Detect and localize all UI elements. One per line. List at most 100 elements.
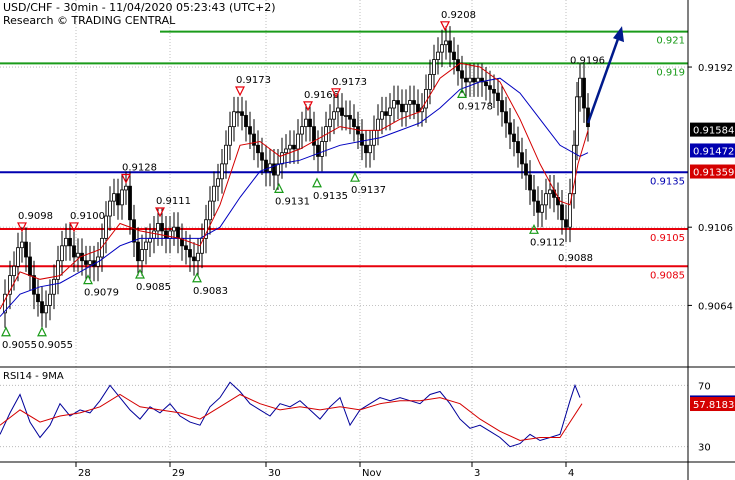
pivot-low-label: 0.9055 [2,340,37,351]
price-candle [548,189,552,195]
price-candle [508,122,512,135]
price-candle [416,103,420,113]
price-candle [320,141,324,157]
price-candle [160,223,164,232]
price-candle [216,178,220,187]
price-candle [348,115,352,120]
price-candle [24,241,28,258]
pivot-low-label: 0.9083 [193,286,228,297]
price-candle [28,256,32,277]
price-candle [532,189,536,202]
price-candle [400,103,404,113]
price-candle [244,115,248,128]
chart-window: 0.921 0.919 0.9135 0.9105 0.9085 0.9055 0.905… [0,0,735,480]
price-candle [88,260,92,265]
price-candle [12,265,16,277]
pivot-high-label: 0.9173 [332,77,367,88]
price-candle [296,133,300,150]
price-candle [344,115,348,117]
price-candle [404,103,408,113]
price-candle [156,223,160,232]
price-candle [300,126,304,135]
price-candle [136,241,140,262]
price-candle [20,241,24,249]
x-tick-label: 4 [568,468,574,479]
price-candle [516,141,520,154]
price-candle [284,148,288,154]
price-candle [44,305,48,314]
price-candle [240,111,244,116]
price-candle [388,107,392,116]
price-candle [84,260,88,265]
price-candle [68,237,72,247]
price-candle [168,230,172,239]
price-candle [224,144,228,165]
price-candle [436,51,440,60]
price-chart-svg: 0.921 0.919 0.9135 0.9105 0.9085 0.9055 0.905… [0,0,735,480]
price-candle [124,185,128,191]
x-tick-label: 29 [172,468,185,479]
price-candle [212,185,216,202]
price-candle [560,204,564,221]
price-candle [292,144,296,150]
price-candle [424,88,428,109]
level-label: 0.9135 [650,176,685,187]
price-candle [120,189,124,206]
price-candle [444,40,448,46]
price-tag-label: 0.91472 [693,146,734,157]
price-candle [380,111,384,120]
price-candle [208,200,212,221]
price-candle [144,241,148,250]
price-candle [152,230,156,239]
price-candle [492,88,496,94]
price-candle [524,163,528,176]
price-candle [392,100,396,109]
price-candle [368,144,372,154]
price-candle [228,126,232,146]
pivot-high-label: 0.9100 [70,211,105,222]
price-candle [248,126,252,135]
level-label: 0.919 [656,67,685,78]
price-candle [72,245,76,258]
price-candle [428,74,432,90]
pivot-low-label: 0.9112 [530,237,565,248]
pivot-high-label: 0.9098 [18,211,53,222]
price-candle [252,133,256,146]
price-candle [500,100,504,113]
price-candle [544,193,548,206]
price-candle [328,118,332,128]
x-tick-label: Nov [362,468,382,479]
price-candle [528,174,532,191]
price-candle [578,77,582,98]
y-tick-label: 0.9192 [698,63,733,74]
price-candle [316,144,320,157]
price-candle [108,200,112,217]
price-candle [128,185,132,221]
price-candle [396,100,400,105]
price-candle [484,81,488,87]
price-candle [280,152,284,165]
x-tick-label: 28 [78,468,91,479]
y-tick-label: 0.9106 [698,223,733,234]
price-candle [188,249,192,258]
price-candle [496,92,500,101]
rsi-tag-label: 57.8183 [693,400,734,411]
rsi-title: RSI14 - 9MA [3,371,64,382]
price-candle [360,133,364,146]
price-candle [520,152,524,165]
price-candle [412,100,416,105]
price-candle [432,59,436,75]
pivot-high-label: 0.9111 [156,196,191,207]
price-candle [575,96,579,146]
price-candle [336,107,340,113]
price-candle [504,111,508,124]
chart-source: Research © TRADING CENTRAL [3,14,176,27]
level-label: 0.9105 [650,233,685,244]
price-candle [116,193,120,206]
price-candle [304,118,308,128]
price-tag-label: 0.91584 [693,126,734,137]
price-candle [448,40,452,53]
price-candle [372,129,376,146]
price-candle [332,111,336,120]
pivot-low-label: 0.9137 [351,185,386,196]
